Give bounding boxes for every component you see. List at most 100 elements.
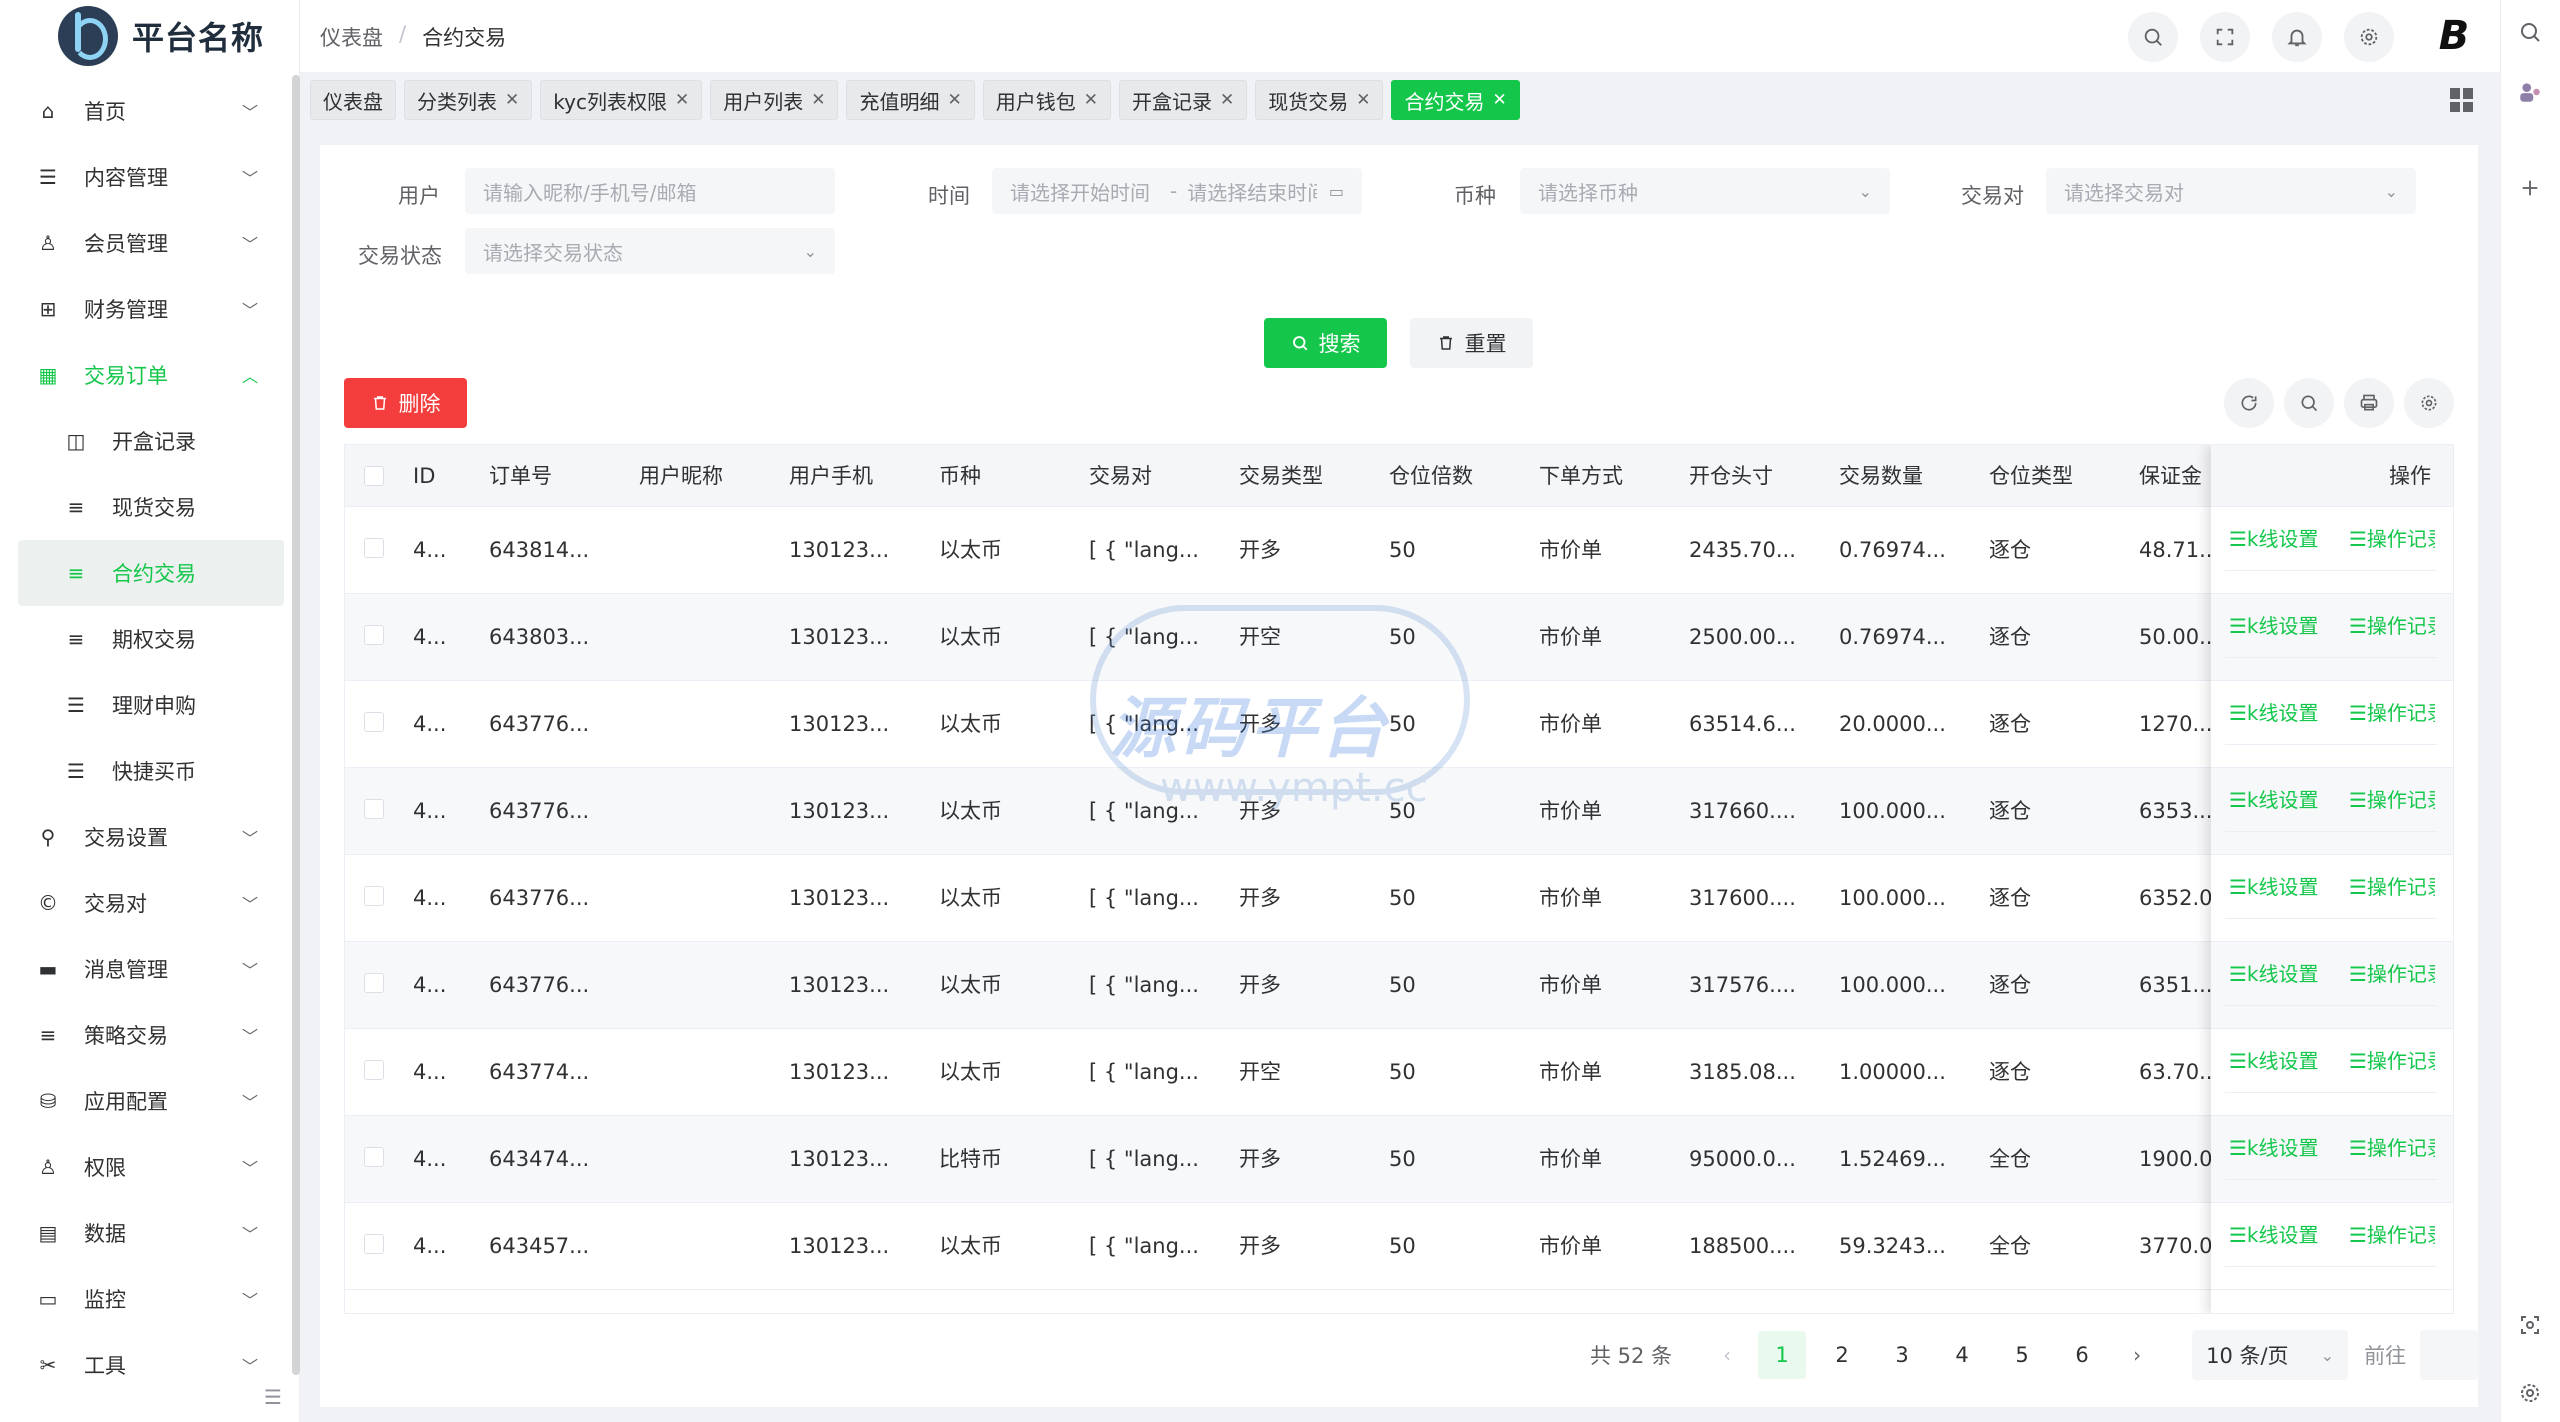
search-icon[interactable] [2128,12,2178,62]
kline-settings-link[interactable]: ☰k线设置 [2229,1132,2339,1161]
operation-log-link[interactable]: ☰操作记录 [2349,1132,2435,1161]
table-row[interactable]: 4... 643457... 130123... 以太币 [ { "lang... 开多 5… [345,1203,2453,1290]
sidebar-item-sidebar-items-1[interactable]: ☰ 内容管理 ﹀ [18,144,284,210]
sidebar-item-sidebar-items-10[interactable]: ♙ 权限 ﹀ [18,1134,284,1200]
operation-log-link[interactable]: ☰操作记录 [2349,697,2435,726]
add-icon[interactable] [2510,168,2550,208]
kline-settings-link[interactable]: ☰k线设置 [2229,871,2339,900]
column-header[interactable]: 下单方式 [1539,445,1623,507]
tab-2[interactable]: kyc列表权限 ✕ [540,80,703,120]
screenshot-icon[interactable] [2510,1305,2550,1345]
refresh-icon[interactable] [2224,378,2274,428]
grid-icon[interactable] [2450,88,2474,112]
gear-icon[interactable] [2344,12,2394,62]
time-range-picker[interactable]: 请选择开始时间 - 请选择结束时间 ▭ [992,168,1362,214]
breadcrumb-item-dashboard[interactable]: 仪表盘 [320,22,383,52]
column-header[interactable]: 仓位倍数 [1389,445,1473,507]
operation-log-link[interactable]: ☰操作记录 [2349,784,2435,813]
sidebar-item-sidebar-items-8[interactable]: ≡ 策略交易 ﹀ [18,1002,284,1068]
kline-settings-link[interactable]: ☰k线设置 [2229,784,2339,813]
operation-log-link[interactable]: ☰操作记录 [2349,1219,2435,1248]
kline-settings-link[interactable]: ☰k线设置 [2229,958,2339,987]
table-row[interactable]: 4... 643803... 130123... 以太币 [ { "lang... 开空 5… [345,594,2453,681]
reset-button[interactable]: 重置 [1410,318,1533,368]
column-header[interactable]: 交易对 [1089,445,1152,507]
close-icon[interactable]: ✕ [1492,90,1506,110]
table-row[interactable]: 4... 643776... 130123... 以太币 [ { "lang... 开多 5… [345,942,2453,1029]
pair-select[interactable]: 请选择交易对 ⌄ [2046,168,2416,214]
operation-log-link[interactable]: ☰操作记录 [2349,1045,2435,1074]
tab-3[interactable]: 用户列表 ✕ [710,80,839,120]
page-number[interactable]: 3 [1878,1331,1926,1379]
sidebar-item-sidebar-items-4[interactable]: ▦ 交易订单 ︿ [18,342,284,408]
collapse-sidebar-icon[interactable]: ☰ [258,1385,288,1415]
close-icon[interactable]: ✕ [1356,90,1370,110]
row-checkbox[interactable] [364,1060,384,1080]
sidebar-item-sidebar-items-4-children-2[interactable]: ≡ 合约交易 [18,540,284,606]
sidebar-item-sidebar-items-2[interactable]: ♙ 会员管理 ﹀ [18,210,284,276]
row-checkbox[interactable] [364,973,384,993]
tab-4[interactable]: 充值明细 ✕ [846,80,975,120]
page-number[interactable]: 4 [1938,1331,1986,1379]
column-header[interactable]: 开仓头寸 [1689,445,1773,507]
coin-select[interactable]: 请选择币种 ⌄ [1520,168,1890,214]
sidebar-item-sidebar-items-13[interactable]: ✂ 工具 ﹀ [18,1332,284,1398]
page-number[interactable]: 6 [2058,1331,2106,1379]
column-header[interactable]: 交易数量 [1839,445,1923,507]
close-icon[interactable]: ✕ [947,90,961,110]
goto-page-input[interactable] [2420,1330,2479,1380]
status-select[interactable]: 请选择交易状态 ⌄ [465,228,835,274]
kline-settings-link[interactable]: ☰k线设置 [2229,1045,2339,1074]
row-checkbox[interactable] [364,712,384,732]
row-checkbox[interactable] [364,625,384,645]
prev-page-icon[interactable]: ‹ [1702,1343,1752,1367]
print-icon[interactable] [2344,378,2394,428]
fullscreen-icon[interactable] [2200,12,2250,62]
sidebar-scrollbar[interactable] [292,75,300,1375]
sidebar-item-sidebar-items-4-children-5[interactable]: ☰ 快捷买币 [18,738,284,804]
row-checkbox[interactable] [364,1234,384,1254]
column-settings-icon[interactable] [2404,378,2454,428]
table-row[interactable]: 4... 643776... 130123... 以太币 [ { "lang... 开多 5… [345,768,2453,855]
search-button[interactable]: 搜索 [1264,318,1387,368]
close-icon[interactable]: ✕ [505,90,519,110]
tab-1[interactable]: 分类列表 ✕ [404,80,533,120]
row-checkbox[interactable] [364,799,384,819]
tab-8[interactable]: 合约交易 ✕ [1391,80,1520,120]
column-header[interactable]: 保证金 [2139,445,2202,507]
column-header[interactable]: 用户昵称 [639,445,723,507]
page-number[interactable]: 2 [1818,1331,1866,1379]
select-all-checkbox[interactable] [364,466,384,486]
table-row[interactable]: 4... 643814... 130123... 以太币 [ { "lang... 开多 5… [345,507,2453,594]
column-header[interactable]: 币种 [939,445,981,507]
row-checkbox[interactable] [364,1147,384,1167]
tab-7[interactable]: 现货交易 ✕ [1255,80,1384,120]
sidebar-item-sidebar-items-4-children-3[interactable]: ≡ 期权交易 [18,606,284,672]
operation-log-link[interactable]: ☰操作记录 [2349,610,2435,639]
sidebar-item-sidebar-items-3[interactable]: ⊞ 财务管理 ﹀ [18,276,284,342]
page-size-select[interactable]: 10 条/页 ⌄ [2192,1330,2349,1380]
column-header[interactable]: 交易类型 [1239,445,1323,507]
close-icon[interactable]: ✕ [1220,90,1234,110]
next-page-icon[interactable]: › [2112,1343,2162,1367]
column-header[interactable]: 仓位类型 [1989,445,2073,507]
close-icon[interactable]: ✕ [1084,90,1098,110]
sidebar-item-sidebar-items-0[interactable]: ⌂ 首页 ﹀ [18,78,284,144]
tab-0[interactable]: 仪表盘 [310,80,396,120]
tab-5[interactable]: 用户钱包 ✕ [982,80,1111,120]
sidebar-item-sidebar-items-6[interactable]: © 交易对 ﹀ [18,870,284,936]
kline-settings-link[interactable]: ☰k线设置 [2229,523,2339,552]
search-icon[interactable] [2510,12,2550,52]
column-header[interactable]: 订单号 [489,445,552,507]
brand[interactable]: 平台名称 [58,4,298,68]
tab-6[interactable]: 开盒记录 ✕ [1118,80,1248,120]
kline-settings-link[interactable]: ☰k线设置 [2229,610,2339,639]
user-avatar-icon[interactable] [2510,72,2550,112]
kline-settings-link[interactable]: ☰k线设置 [2229,697,2339,726]
close-icon[interactable]: ✕ [811,90,825,110]
delete-button[interactable]: 删除 [344,378,467,428]
user-search-input[interactable]: 请输入昵称/手机号/邮箱 [465,168,835,214]
row-checkbox[interactable] [364,886,384,906]
page-number[interactable]: 1 [1758,1331,1807,1379]
table-row[interactable]: 4... 643474... 130123... 比特币 [ { "lang... 开多 5… [345,1116,2453,1203]
